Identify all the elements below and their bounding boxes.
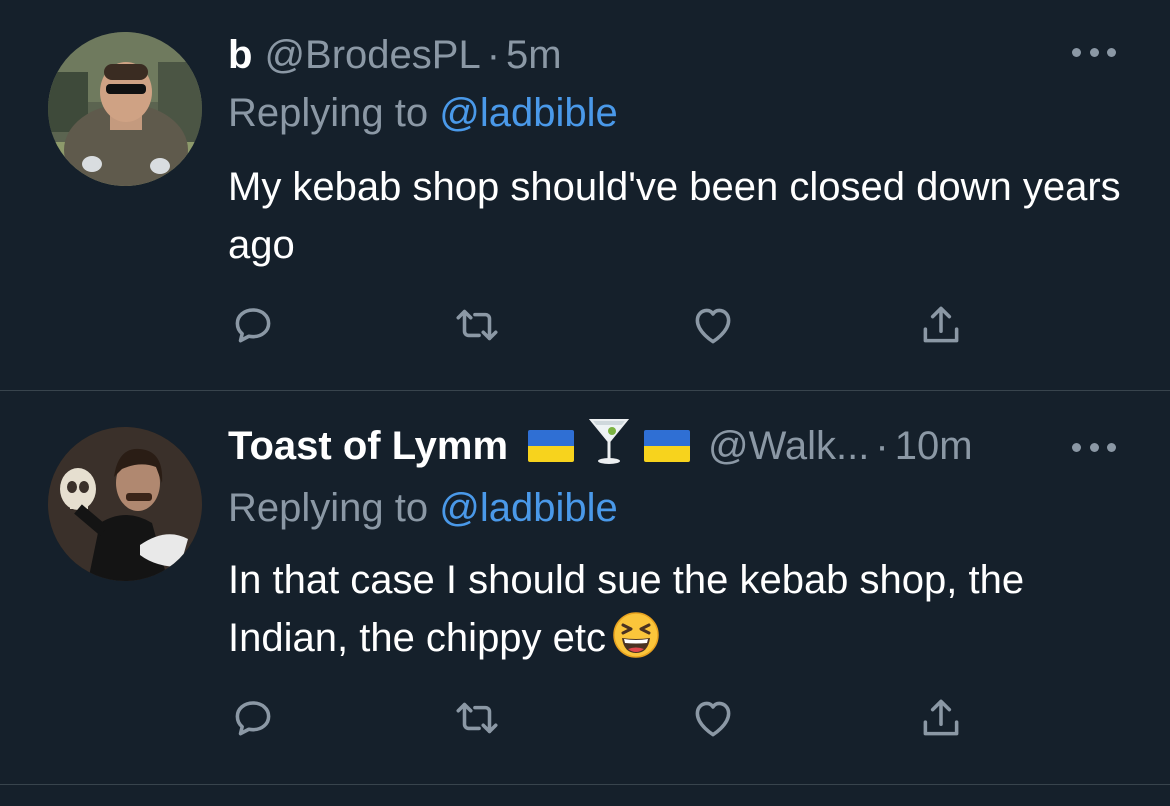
grinning-squinting-face-icon [612,611,660,675]
timestamp[interactable]: 10m [895,421,973,471]
more-options-icon[interactable] [1072,441,1116,453]
tweet-header: Toast of Lymm @Walk... · 10m [228,419,973,471]
user-handle[interactable]: @Walk... [708,421,869,471]
mention-link[interactable]: @ladbible [439,486,618,530]
avatar[interactable] [48,32,202,186]
more-options-icon[interactable] [1072,46,1116,58]
like-icon[interactable] [688,693,738,743]
mention-link[interactable]: @ladbible [439,91,618,135]
tweet-actions [228,693,988,743]
name-emoji [528,414,691,478]
replying-prefix: Replying to [228,486,440,530]
share-icon[interactable] [916,300,966,350]
like-icon[interactable] [688,300,738,350]
separator: · [875,424,889,468]
display-name[interactable]: b [228,30,252,80]
tweet-text: My kebab shop should've been closed down… [228,165,1121,267]
ukraine-flag-icon [644,430,691,462]
retweet-icon[interactable] [452,693,502,743]
tweet[interactable]: b @BrodesPL · 5m Replying to @ladbible M… [0,0,1170,390]
tweet[interactable]: Toast of Lymm @Walk... · 10m Replying to… [0,391,1170,784]
avatar[interactable] [48,427,202,581]
separator: · [486,33,501,77]
replying-to: Replying to @ladbible [228,88,618,138]
display-name[interactable]: Toast of Lymm [228,421,508,471]
reply-icon[interactable] [228,300,278,350]
divider [0,784,1170,785]
tweet-text: In that case I should sue the kebab shop… [228,551,1138,675]
user-handle[interactable]: @BrodesPL [264,30,480,80]
ukraine-flag-icon [528,430,575,462]
timestamp[interactable]: 5m [506,30,562,80]
share-icon[interactable] [916,693,966,743]
reply-icon[interactable] [228,693,278,743]
tweet-header: b @BrodesPL · 5m [228,30,562,80]
replying-prefix: Replying to [228,91,440,135]
cocktail-glass-icon [588,414,630,478]
retweet-icon[interactable] [452,300,502,350]
replying-to: Replying to @ladbible [228,483,618,533]
tweet-actions [228,300,988,350]
